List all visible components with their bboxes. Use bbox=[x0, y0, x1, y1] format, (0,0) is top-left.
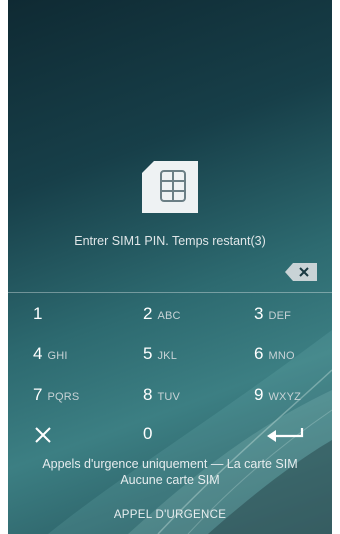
key-digit: 2 bbox=[143, 304, 153, 323]
lock-screen: Entrer SIM1 PIN. Temps restant(3) 1 2 ABC… bbox=[8, 0, 332, 534]
close-icon[interactable] bbox=[35, 427, 51, 443]
key-digit: 6 bbox=[254, 344, 264, 363]
key-letters: DEF bbox=[268, 310, 292, 322]
sim-status: Appels d'urgence uniquement — La carte S… bbox=[8, 456, 332, 488]
key-letters: WXYZ bbox=[268, 391, 302, 403]
key-digit: 7 bbox=[33, 385, 43, 404]
key-letters: GHI bbox=[47, 350, 68, 362]
key-5[interactable]: 5 JKL bbox=[143, 344, 177, 374]
sim-card-icon bbox=[142, 161, 198, 213]
emergency-call-button[interactable]: APPEL D'URGENCE bbox=[8, 509, 332, 521]
status-line-2: Aucune carte SIM bbox=[120, 473, 220, 487]
key-digit: 1 bbox=[33, 304, 43, 323]
key-2[interactable]: 2 ABC bbox=[143, 304, 181, 334]
key-digit: 3 bbox=[254, 304, 264, 323]
pin-prompt: Entrer SIM1 PIN. Temps restant(3) bbox=[74, 234, 266, 248]
key-digit: 9 bbox=[254, 385, 264, 404]
key-6[interactable]: 6 MNO bbox=[254, 344, 295, 374]
key-letters: PQRS bbox=[47, 391, 80, 403]
key-letters: JKL bbox=[157, 350, 178, 362]
key-9[interactable]: 9 WXYZ bbox=[254, 385, 301, 415]
key-digit: 5 bbox=[143, 344, 153, 363]
key-letters: TUV bbox=[157, 391, 181, 403]
key-digit: 8 bbox=[143, 385, 153, 404]
key-7[interactable]: 7 PQRS bbox=[33, 385, 79, 415]
wallpaper-wave bbox=[48, 330, 332, 534]
key-digit: 0 bbox=[143, 424, 153, 443]
enter-arrow-icon[interactable] bbox=[266, 427, 304, 443]
key-3[interactable]: 3 DEF bbox=[254, 304, 291, 334]
key-8[interactable]: 8 TUV bbox=[143, 385, 180, 415]
key-digit: 4 bbox=[33, 344, 43, 363]
divider bbox=[8, 292, 332, 293]
key-letters: ABC bbox=[157, 310, 181, 322]
key-4[interactable]: 4 GHI bbox=[33, 344, 68, 374]
key-letters: MNO bbox=[268, 350, 295, 362]
status-line-1: Appels d'urgence uniquement — La carte S… bbox=[42, 457, 298, 471]
backspace-icon[interactable] bbox=[285, 263, 317, 281]
key-1[interactable]: 1 bbox=[33, 304, 47, 334]
key-0[interactable]: 0 bbox=[143, 424, 152, 454]
